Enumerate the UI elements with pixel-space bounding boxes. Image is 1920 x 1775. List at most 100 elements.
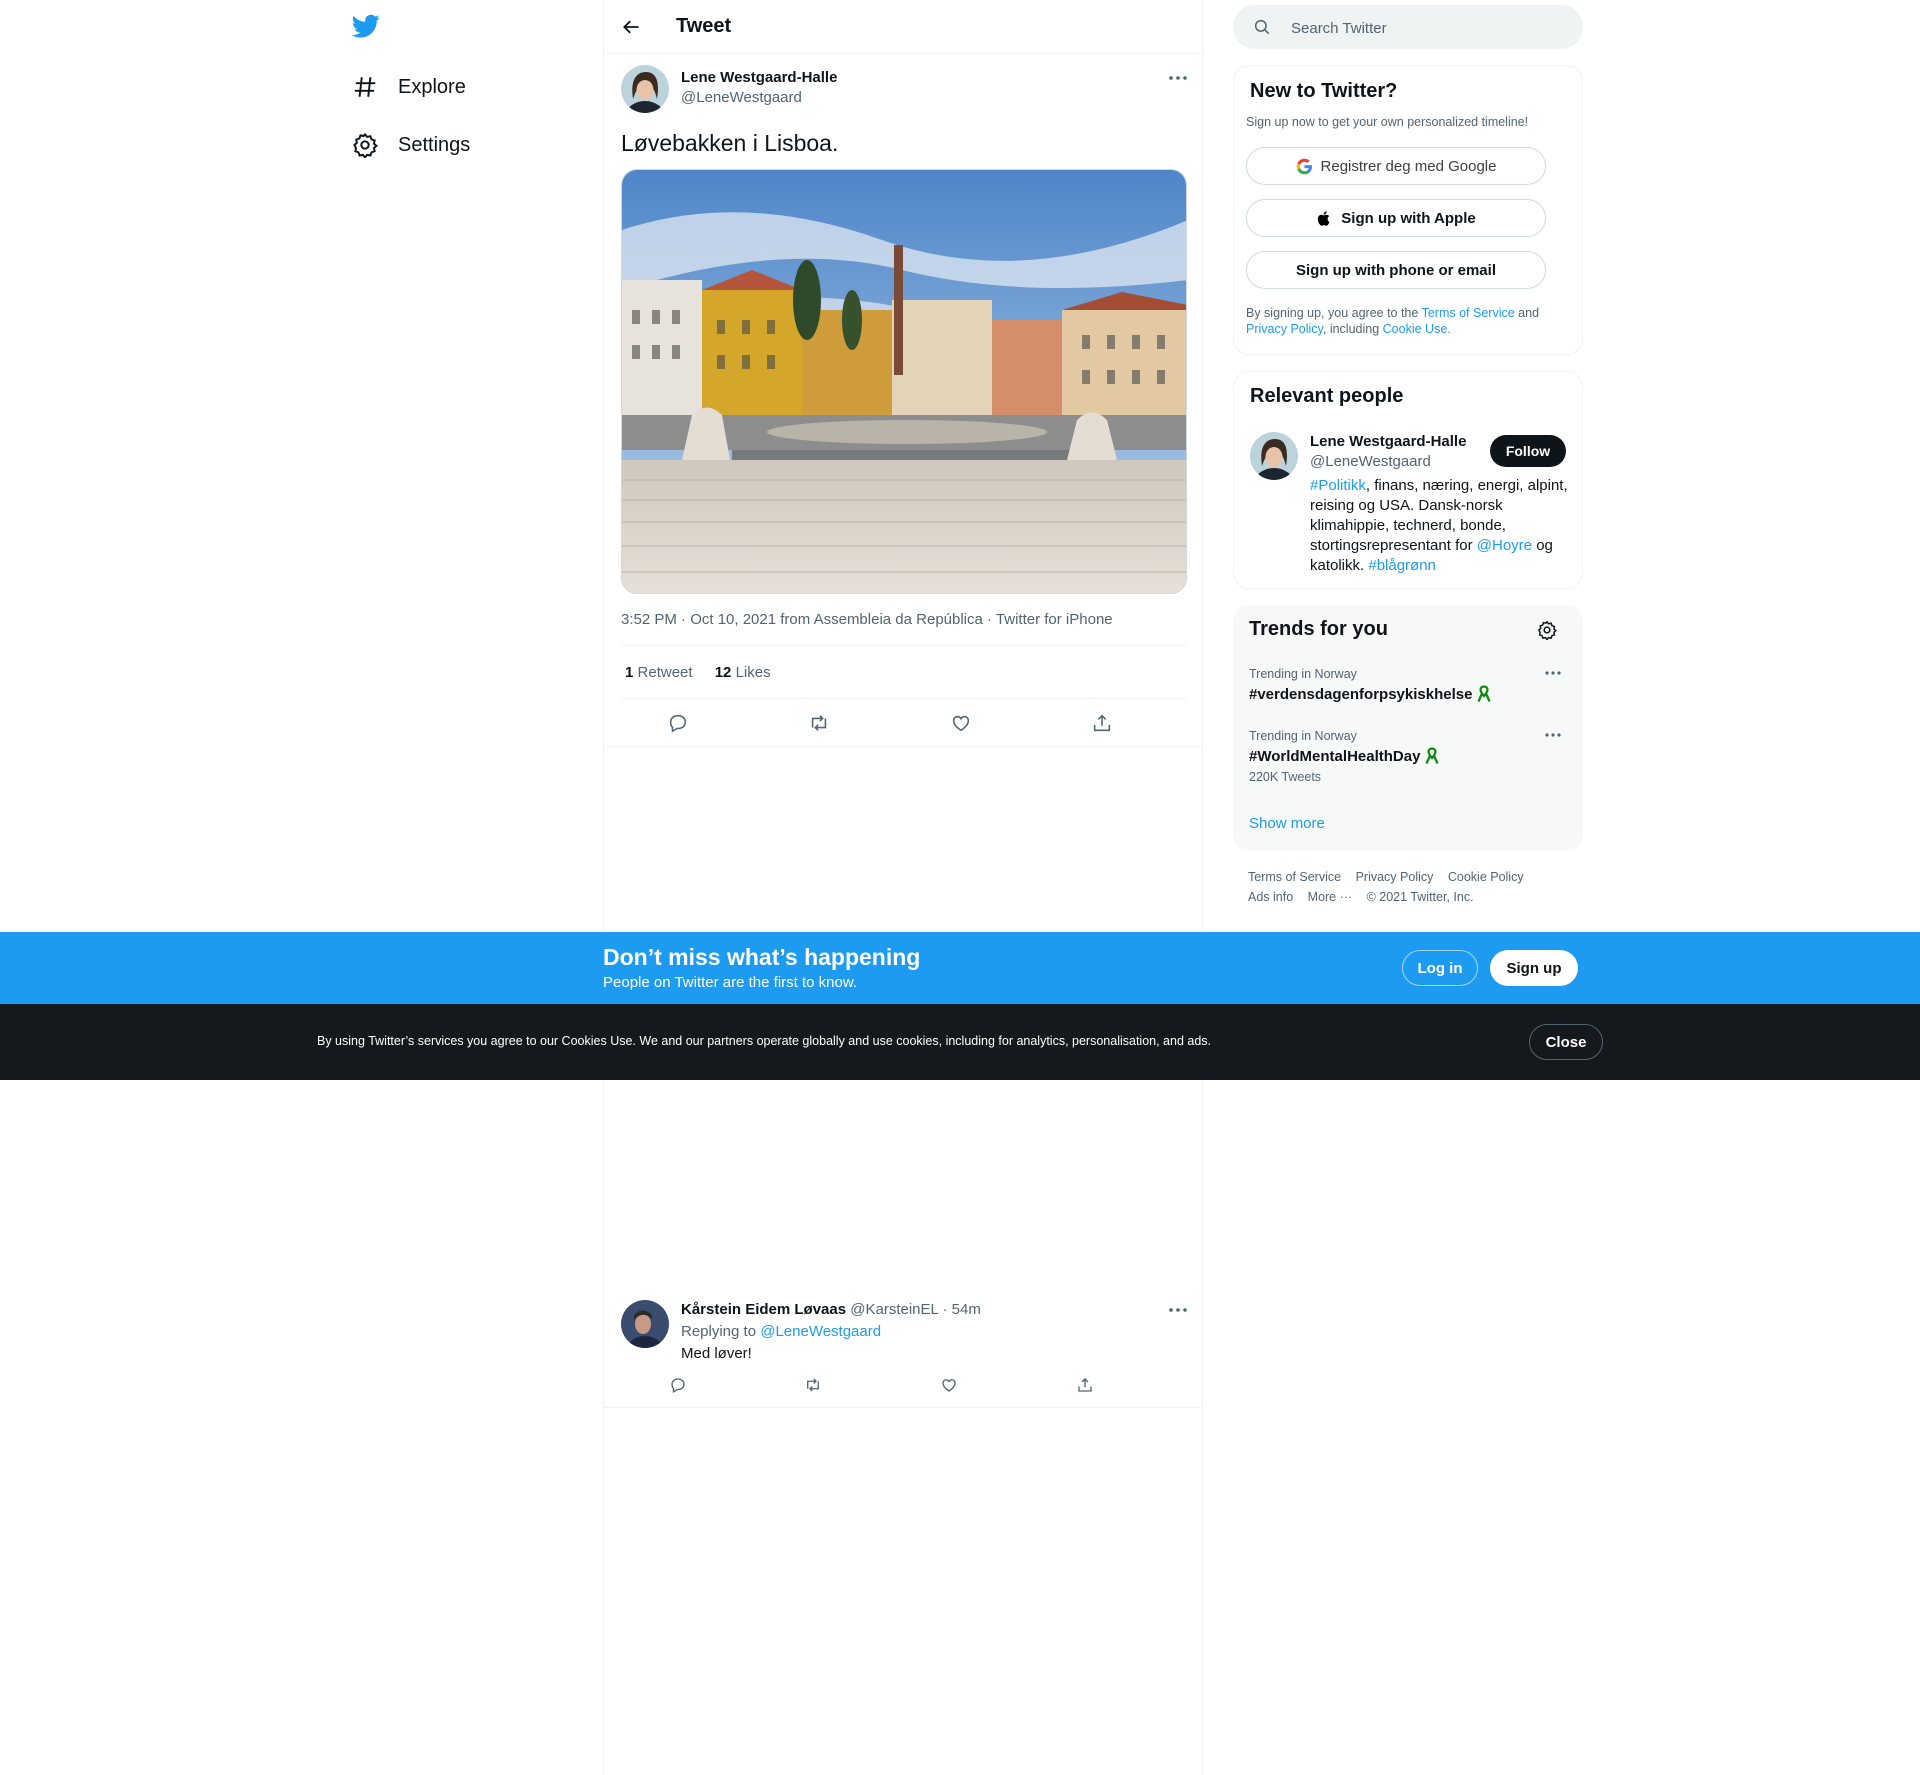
page-title: Tweet: [676, 15, 732, 37]
privacy-policy-link[interactable]: Privacy Policy: [1246, 322, 1323, 336]
nav-settings-label: Settings: [398, 133, 471, 156]
reply-author-handle[interactable]: @KarsteinEL: [850, 1301, 938, 1318]
reply-author-avatar[interactable]: [621, 1300, 669, 1348]
reply-header: Kårstein Eidem Løvaas @KarsteinEL · 54m: [681, 1301, 981, 1318]
signup-legal-text: By signing up, you agree to the Terms of…: [1246, 305, 1566, 337]
trend-item[interactable]: #verdensdagenforpsykiskhelse: [1249, 685, 1491, 703]
banner-title: Don’t miss what’s happening: [603, 944, 921, 970]
legal-text-3: , including: [1322, 322, 1380, 336]
ribbon-icon: [1425, 747, 1439, 764]
tweet-stats: 1 Retweet 12 Likes: [625, 664, 771, 681]
more-icon[interactable]: [1543, 665, 1563, 681]
ribbon-icon: [1477, 685, 1491, 702]
avatar-portrait-icon: [621, 1300, 669, 1348]
follow-button[interactable]: Follow: [1490, 435, 1566, 467]
tweet-timestamp[interactable]: 3:52 PM · Oct 10, 2021 from Assembleia d…: [621, 611, 1113, 628]
more-icon[interactable]: [1543, 727, 1563, 743]
photo-lisbon-scene: [622, 170, 1186, 593]
divider: [604, 1407, 1202, 1408]
sign-up-button[interactable]: Sign up: [1490, 950, 1578, 986]
footer-link[interactable]: Privacy Policy: [1356, 870, 1434, 884]
more-icon[interactable]: [1166, 1300, 1190, 1320]
card-title: Trends for you: [1249, 618, 1388, 640]
apple-signup-button[interactable]: Sign up with Apple: [1246, 199, 1546, 237]
trend-context: Trending in Norway: [1249, 667, 1357, 681]
trends-card: Trends for you Trending in Norway #verde…: [1233, 605, 1583, 851]
card-title: Relevant people: [1250, 385, 1404, 407]
gear-icon[interactable]: [1537, 620, 1557, 640]
legal-text-1: By signing up, you agree to the: [1246, 306, 1419, 320]
reply-icon[interactable]: [669, 1376, 687, 1394]
card-title: New to Twitter?: [1250, 80, 1398, 102]
like-heart-icon[interactable]: [940, 1376, 958, 1394]
retweet-stat[interactable]: 1 Retweet: [625, 664, 693, 681]
like-heart-icon[interactable]: [950, 712, 972, 734]
google-signup-label: Registrer deg med Google: [1320, 157, 1497, 175]
reply-time[interactable]: · 54m: [942, 1301, 980, 1318]
trend-tweet-count: 220K Tweets: [1249, 770, 1322, 784]
legal-text-2: and: [1518, 306, 1540, 320]
divider: [621, 645, 1187, 646]
trend-context: Trending in Norway: [1249, 729, 1357, 743]
apple-icon: [1318, 210, 1330, 226]
likes-count: 12: [714, 664, 732, 681]
replying-to-mention[interactable]: @LeneWestgaard: [760, 1323, 881, 1340]
search-box[interactable]: [1233, 5, 1583, 51]
show-more-link[interactable]: Show more: [1249, 815, 1325, 832]
tweet-header: Tweet: [604, 0, 1204, 54]
trend-item[interactable]: #WorldMentalHealthDay: [1249, 747, 1439, 765]
retweet-icon[interactable]: [804, 1376, 822, 1394]
new-to-twitter-card: New to Twitter? Sign up now to get your …: [1233, 65, 1583, 355]
bio-hashtag-link[interactable]: #blågrønn: [1368, 557, 1436, 574]
google-signup-button[interactable]: Registrer deg med Google: [1246, 147, 1546, 185]
relevant-people-card: Relevant people Lene Westgaard-Halle @Le…: [1233, 371, 1583, 589]
apple-signup-label: Sign up with Apple: [1341, 209, 1476, 227]
gear-icon: [353, 132, 378, 158]
cookie-use-link[interactable]: Cookie Use.: [1383, 322, 1451, 336]
replying-to-label: Replying to: [681, 1323, 757, 1340]
copyright: © 2021 Twitter, Inc.: [1366, 890, 1474, 904]
reply-icon[interactable]: [667, 712, 689, 734]
bio-hashtag-link[interactable]: #Politikk: [1310, 477, 1366, 494]
reply-text: Med løver!: [681, 1345, 752, 1362]
share-icon[interactable]: [1091, 712, 1113, 734]
tweet-photo[interactable]: [621, 169, 1187, 594]
twitter-bird-icon[interactable]: [352, 12, 380, 40]
author-avatar[interactable]: [621, 65, 669, 113]
retweet-label: Retweet: [637, 664, 693, 681]
log-in-button[interactable]: Log in: [1402, 950, 1478, 986]
cookie-close-button[interactable]: Close: [1529, 1024, 1603, 1060]
sidebar-footer: Terms of Service Privacy Policy Cookie P…: [1248, 867, 1578, 907]
phone-email-signup-label: Sign up with phone or email: [1295, 261, 1496, 279]
nav-settings[interactable]: Settings: [352, 125, 470, 165]
hashtag-icon: [354, 77, 376, 97]
retweet-count: 1: [625, 664, 634, 681]
replying-to: Replying to @LeneWestgaard: [681, 1323, 881, 1340]
cookie-notice-text: By using Twitter’s services you agree to…: [317, 1034, 1212, 1048]
avatar-portrait-icon: [1250, 432, 1298, 480]
search-input[interactable]: [1289, 5, 1563, 51]
nav-explore[interactable]: Explore: [352, 67, 466, 107]
person-name[interactable]: Lene Westgaard-Halle: [1310, 433, 1466, 450]
terms-of-service-link[interactable]: Terms of Service: [1422, 306, 1515, 320]
footer-link[interactable]: Ads info: [1248, 890, 1293, 904]
author-handle[interactable]: @LeneWestgaard: [681, 89, 802, 106]
footer-link[interactable]: Terms of Service: [1248, 870, 1341, 884]
bio-mention-link[interactable]: @Hoyre: [1477, 537, 1532, 554]
footer-link[interactable]: Cookie Policy: [1448, 870, 1524, 884]
tweet-text: Løvebakken i Lisboa.: [621, 130, 839, 156]
banner-subtitle: People on Twitter are the first to know.: [603, 974, 858, 991]
likes-stat[interactable]: 12 Likes: [715, 664, 771, 681]
person-handle[interactable]: @LeneWestgaard: [1310, 453, 1431, 470]
main-column: Tweet Lene Westgaard-Halle @LeneWestgaar…: [603, 0, 1204, 1775]
retweet-icon[interactable]: [808, 712, 830, 734]
back-arrow-icon[interactable]: [621, 17, 641, 37]
phone-email-signup-button[interactable]: Sign up with phone or email: [1246, 251, 1546, 289]
reply-author-name[interactable]: Kårstein Eidem Løvaas: [681, 1301, 846, 1318]
footer-link[interactable]: More ···: [1308, 890, 1352, 904]
share-icon[interactable]: [1076, 1376, 1094, 1394]
author-name[interactable]: Lene Westgaard-Halle: [681, 69, 837, 86]
more-icon[interactable]: [1166, 68, 1190, 88]
person-bio: #Politikk, finans, næring, energi, alpin…: [1310, 476, 1570, 576]
person-avatar[interactable]: [1250, 432, 1298, 480]
